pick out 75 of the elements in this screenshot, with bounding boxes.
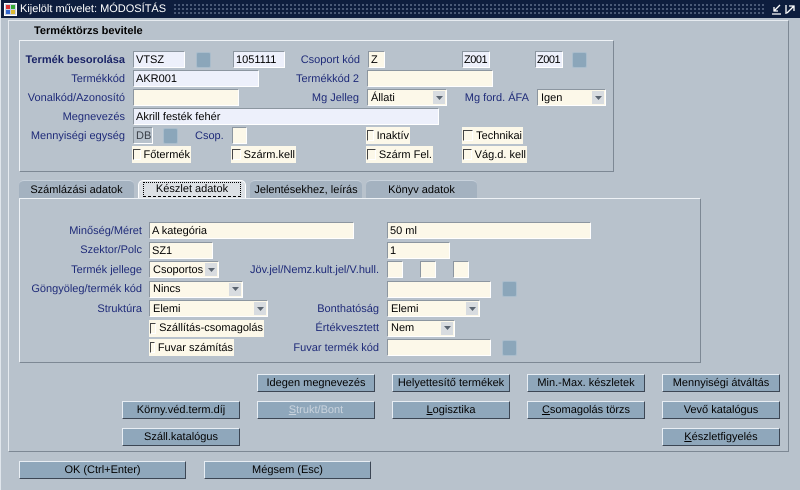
field-label: Jöv.jel/Nemz.kult.jel/V.hull. — [249, 264, 379, 276]
field-label: Termék jellege — [70, 264, 142, 276]
dropdown[interactable]: Állati — [367, 89, 447, 106]
app-icon — [4, 2, 17, 16]
tab[interactable]: Könyv adatok — [366, 180, 477, 198]
input-field[interactable]: DB — [133, 127, 153, 144]
action-button[interactable]: Készletfigyelés — [662, 428, 780, 446]
dropdown[interactable]: Elemi — [387, 300, 480, 318]
input-field[interactable] — [387, 261, 403, 278]
field-label: Szektor/Polc — [79, 244, 142, 256]
input-field[interactable] — [367, 70, 493, 87]
form-title: Terméktörzs bevitele — [33, 24, 143, 39]
tab[interactable]: Számlázási adatok — [19, 180, 134, 198]
input-field[interactable]: 50 ml — [387, 222, 591, 240]
field-label: Struktúra — [96, 302, 142, 315]
input-field[interactable] — [453, 261, 469, 278]
field-label: Megnevezés — [62, 110, 125, 122]
input-field[interactable]: Akrill festék fehér — [133, 108, 439, 125]
field-label: Termék besorolása — [24, 54, 125, 66]
action-button[interactable]: Csomagolás törzs — [527, 400, 645, 418]
input-field[interactable]: VTSZ — [133, 51, 185, 68]
checkbox[interactable]: Technikai — [462, 127, 523, 144]
field-label: Mg ford. ÁFA — [464, 92, 529, 104]
field-label: Csop. — [195, 130, 223, 142]
action-button[interactable]: Száll.katalógus — [122, 428, 240, 446]
action-button[interactable]: Idegen megnevezés — [257, 374, 375, 392]
input-field[interactable] — [133, 89, 239, 106]
input-field[interactable] — [420, 261, 436, 278]
action-button[interactable]: Helyettesítő termékek — [392, 374, 510, 392]
checkbox[interactable]: Inaktív — [366, 127, 410, 144]
checkbox[interactable]: Főtermék — [132, 146, 191, 163]
field-label: Mg Jelleg — [310, 92, 359, 104]
input-field[interactable]: 1 — [387, 242, 450, 259]
action-button[interactable]: Logisztika — [392, 400, 510, 418]
tab[interactable]: Készlet adatok — [138, 180, 246, 198]
input-field[interactable]: Z001 — [535, 51, 563, 68]
checkbox[interactable]: Fuvar számítás — [149, 339, 234, 356]
tab[interactable]: Jelentésekhez, leírás — [250, 180, 362, 198]
maximize-icon[interactable] — [785, 4, 796, 14]
checkbox[interactable]: Vág.d. kell — [462, 146, 527, 163]
input-field[interactable]: 1051111 — [233, 51, 285, 68]
dropdown[interactable]: Nincs — [149, 280, 243, 298]
field-label: Termékkód — [70, 72, 125, 84]
dropdown[interactable]: Elemi — [149, 300, 268, 318]
input-field[interactable]: SZ1 — [149, 242, 213, 259]
field-label: Értékvesztett — [314, 322, 379, 334]
field-label: Mennyiségi egység — [30, 130, 125, 142]
checkbox[interactable]: Szállítás-csomagolás — [149, 320, 264, 337]
checkbox[interactable]: Szárm Fel. — [366, 146, 433, 163]
input-field[interactable]: Z — [368, 51, 385, 68]
input-field[interactable]: AKR001 — [133, 70, 259, 87]
action-button[interactable]: Vevő katalógus — [662, 400, 780, 418]
input-field[interactable] — [232, 127, 247, 144]
field-label: Vonalkód/Azonosító — [26, 92, 125, 104]
field-label: Termékkód 2 — [295, 72, 359, 84]
action-button[interactable]: Körny.véd.term.díj — [122, 400, 240, 418]
action-button[interactable]: Min.-Max. készletek — [527, 374, 645, 392]
input-field[interactable]: A kategória — [149, 222, 354, 240]
input-field[interactable]: Z001 — [462, 51, 490, 68]
checkbox[interactable]: Szárm.kell — [231, 146, 296, 163]
input-field[interactable] — [387, 280, 491, 298]
window-title: Kijelölt művelet: MÓDOSÍTÁS — [20, 3, 166, 15]
dropdown[interactable]: Igen — [537, 89, 606, 106]
field-label: Göngyöleg/termék kód — [30, 283, 142, 296]
field-label: Minőség/Méret — [68, 224, 142, 237]
input-field[interactable] — [387, 339, 491, 356]
dialog-button[interactable]: Mégsem (Esc) — [204, 461, 371, 479]
action-button[interactable]: Mennyiségi átváltás — [662, 374, 780, 392]
field-label: Fuvar termék kód — [292, 342, 379, 354]
field-label: Bonthatóság — [316, 302, 379, 315]
dropdown[interactable]: Csoportos — [149, 261, 219, 278]
field-label: Csoport kód — [300, 54, 360, 66]
dropdown[interactable]: Nem — [387, 320, 455, 337]
dialog-button[interactable]: OK (Ctrl+Enter) — [19, 461, 186, 479]
minimize-icon[interactable] — [771, 4, 782, 14]
